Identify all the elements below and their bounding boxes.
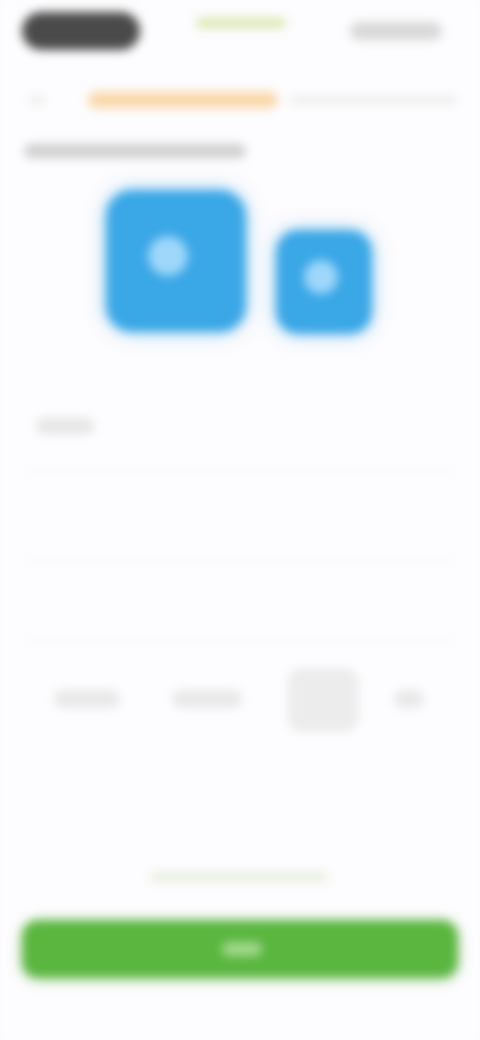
top-bar — [0, 0, 480, 64]
tab-1[interactable] — [54, 690, 120, 708]
notice-row[interactable] — [28, 92, 458, 108]
app-tile-icon — [304, 260, 338, 294]
tab-3-selected[interactable] — [288, 668, 358, 732]
app-tile-large[interactable] — [106, 190, 246, 332]
screen — [0, 0, 480, 1040]
app-tile-icon — [148, 236, 188, 276]
footer-note — [150, 872, 328, 882]
section-heading — [24, 144, 246, 158]
primary-button-label — [222, 942, 262, 956]
notice-icon — [28, 96, 46, 104]
tab-4[interactable] — [394, 690, 424, 708]
tab-bar — [44, 668, 436, 738]
status-pill — [22, 12, 140, 50]
divider — [24, 470, 456, 472]
notice-text — [290, 96, 458, 104]
notice-highlight — [88, 92, 278, 108]
item-label — [36, 418, 94, 434]
app-tile-small[interactable] — [276, 230, 372, 334]
divider — [24, 640, 456, 642]
menu-capsule-icon[interactable] — [350, 22, 442, 40]
primary-button[interactable] — [22, 920, 458, 978]
divider — [24, 560, 456, 562]
top-bar-title — [196, 18, 286, 28]
tab-2[interactable] — [172, 690, 242, 708]
